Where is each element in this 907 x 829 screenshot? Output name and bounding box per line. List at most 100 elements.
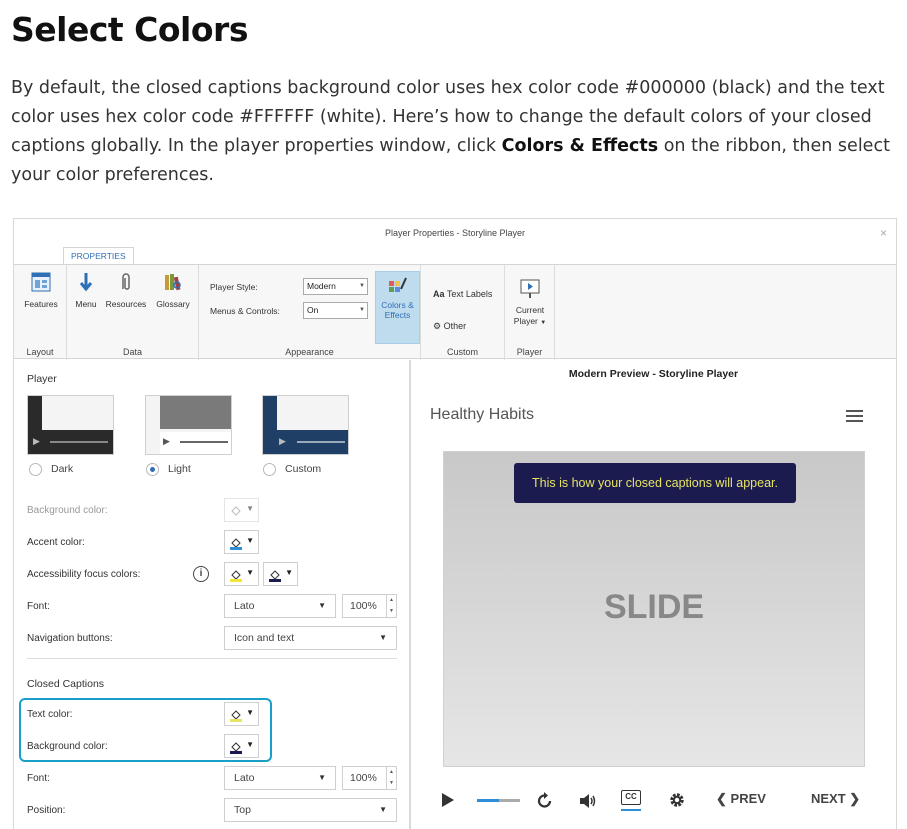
player-properties-window: Player Properties - Storyline Player × P… [13, 218, 897, 829]
resources-button[interactable]: Resources [103, 271, 149, 310]
ribbon-group-layout: Features Layout [14, 265, 67, 360]
cc-position-label: Position: [27, 805, 66, 816]
play-icon: ▶ [279, 436, 286, 446]
slide-preview: This is how your closed captions will ap… [443, 451, 865, 767]
caption-colors-highlight [19, 698, 272, 762]
info-icon[interactable]: i [193, 566, 209, 582]
colors-effects-emphasis: Colors & Effects [501, 136, 659, 156]
theme-thumb-light[interactable]: ▶ [145, 395, 232, 455]
ribbon-group-custom: Aa Text Labels ⚙ Other Custom [421, 265, 505, 360]
page-title: Select Colors [11, 10, 248, 49]
theme-thumb-custom[interactable]: ▶ [262, 395, 349, 455]
chevron-down-icon: ▼ [540, 320, 547, 326]
window-titlebar: Player Properties - Storyline Player × [14, 219, 896, 247]
radio-custom[interactable] [263, 463, 276, 476]
stepper-arrows-icon: ▲ ▼ [386, 767, 396, 789]
prev-button[interactable]: ❮ PREV [716, 791, 766, 807]
text-labels-button[interactable]: Aa Text Labels [433, 289, 492, 299]
player-style-dropdown[interactable]: Modern ▼ [303, 278, 368, 295]
player-section-title: Player [27, 373, 57, 385]
chevron-down-icon: ▼ [318, 773, 326, 782]
paperclip-icon [122, 273, 130, 290]
books-icon [165, 274, 181, 291]
chevron-down-icon: ▼ [318, 601, 326, 610]
radio-custom-label: Custom [285, 463, 322, 475]
group-label-custom: Custom [446, 347, 478, 357]
next-button[interactable]: NEXT ❯ [811, 791, 860, 807]
cc-font-size-stepper[interactable]: 100% ▲ ▼ [342, 766, 397, 790]
cc-active-indicator [621, 809, 641, 811]
focus-color-picker-2[interactable]: ▼ [263, 562, 298, 586]
navigation-buttons-dropdown[interactable]: Icon and text ▼ [224, 626, 397, 650]
ribbon-group-player: Current Player ▼ Player [505, 265, 555, 360]
text-labels-icon: Aa [433, 289, 445, 299]
radio-light[interactable] [146, 463, 159, 476]
group-label-data: Data [122, 347, 142, 357]
paint-bucket-icon [269, 570, 281, 582]
cc-font-label: Font: [27, 773, 50, 784]
closed-captions-button[interactable]: CC [621, 790, 641, 805]
play-icon: ▶ [33, 436, 40, 446]
cc-position-dropdown[interactable]: Top ▼ [224, 798, 397, 822]
radio-dark-label: Dark [51, 463, 74, 475]
accent-color-label: Accent color: [27, 537, 85, 548]
color-palette-icon [388, 277, 407, 292]
features-icon [31, 272, 51, 292]
background-color-label: Background color: [27, 505, 108, 516]
font-label: Font: [27, 601, 50, 612]
player-controls: CC ❮ PREV NEXT ❯ [411, 786, 896, 816]
play-icon[interactable] [441, 792, 455, 808]
current-player-button[interactable]: Current Player ▼ [509, 277, 551, 329]
font-dropdown[interactable]: Lato ▼ [224, 594, 336, 618]
paint-bucket-icon [231, 506, 241, 516]
menu-icon [79, 273, 93, 292]
preview-title: Modern Preview - Storyline Player [568, 368, 739, 380]
tab-properties[interactable]: PROPERTIES [63, 247, 134, 265]
hamburger-menu-icon[interactable] [846, 410, 863, 422]
close-icon[interactable]: × [880, 219, 887, 247]
section-divider [27, 658, 397, 659]
volume-icon[interactable] [579, 793, 597, 809]
chevron-down-icon: ▼ [359, 307, 365, 313]
radio-dark[interactable] [29, 463, 42, 476]
chevron-down-icon: ▼ [379, 633, 387, 642]
intro-paragraph: By default, the closed captions backgrou… [11, 78, 890, 185]
menus-controls-label: Menus & Controls: [210, 306, 280, 316]
chevron-left-icon: ❮ [716, 791, 727, 806]
course-title: Healthy Habits [430, 406, 535, 423]
features-button[interactable]: Features [19, 271, 63, 310]
accessibility-focus-label: Accessibility focus colors: [27, 569, 141, 580]
chevron-down-icon: ▼ [359, 283, 365, 289]
group-label-layout: Layout [26, 347, 54, 357]
replay-icon[interactable] [537, 792, 553, 810]
theme-thumb-dark[interactable]: ▶ [27, 395, 114, 455]
paint-bucket-icon [230, 538, 242, 550]
window-title: Player Properties - Storyline Player [384, 228, 526, 238]
player-icon [520, 279, 540, 298]
chevron-right-icon: ❯ [849, 791, 861, 806]
background-color-picker: ▼ [224, 498, 259, 522]
stepper-arrows-icon: ▲ ▼ [386, 595, 396, 617]
player-style-label: Player Style: [210, 282, 258, 292]
glossary-button[interactable]: Glossary [153, 271, 193, 310]
accent-color-picker[interactable]: ▼ [224, 530, 259, 554]
font-size-stepper[interactable]: 100% ▲ ▼ [342, 594, 397, 618]
cc-font-dropdown[interactable]: Lato ▼ [224, 766, 336, 790]
other-button[interactable]: ⚙ Other [433, 321, 466, 332]
chevron-down-icon: ▼ [379, 805, 387, 814]
closed-caption-sample: This is how your closed captions will ap… [514, 463, 796, 503]
menus-controls-dropdown[interactable]: On ▼ [303, 302, 368, 319]
colors-effects-button[interactable]: Colors & Effects [375, 271, 420, 344]
ribbon: Features Layout Menu Resources Glossary … [14, 264, 896, 360]
gear-icon[interactable] [668, 791, 686, 809]
radio-light-label: Light [168, 463, 191, 475]
group-label-player: Player [516, 347, 543, 357]
navigation-buttons-label: Navigation buttons: [27, 633, 113, 644]
play-icon: ▶ [163, 436, 170, 446]
focus-color-picker-1[interactable]: ▼ [224, 562, 259, 586]
paint-bucket-icon [230, 570, 242, 582]
seekbar[interactable] [477, 799, 520, 802]
group-label-appearance: Appearance [285, 347, 334, 357]
ribbon-group-data: Menu Resources Glossary Data [67, 265, 199, 360]
menu-button[interactable]: Menu [71, 271, 101, 310]
